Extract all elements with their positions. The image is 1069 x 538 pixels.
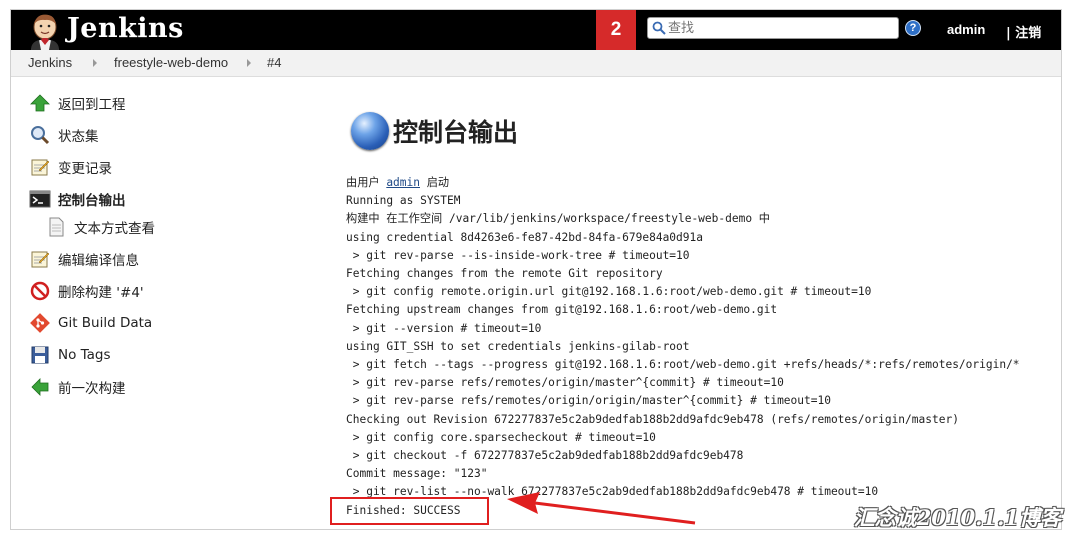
- console-orb-icon: [351, 112, 389, 150]
- logout-link[interactable]: | 注销: [1006, 22, 1041, 41]
- user-link[interactable]: admin: [947, 22, 985, 37]
- sidebar-item-changes[interactable]: 变更记录: [29, 156, 112, 178]
- sidebar-item-label: 变更记录: [58, 161, 112, 177]
- sidebar-item-label: Git Build Data: [58, 315, 153, 331]
- document-icon: [45, 216, 67, 238]
- no-entry-icon: [29, 280, 51, 302]
- success-highlight-box: [330, 497, 489, 525]
- help-icon[interactable]: ?: [905, 20, 921, 36]
- console-line: 由用户 admin 启动: [346, 176, 449, 189]
- console-line: > git fetch --tags --progress git@192.16…: [346, 358, 1020, 372]
- sidebar-item-edit-build-info[interactable]: 编辑编译信息: [29, 248, 139, 270]
- console-text: 由用户: [346, 176, 387, 189]
- console-line: Running as SYSTEM: [346, 194, 461, 208]
- terminal-icon: [29, 188, 51, 210]
- user-link-admin[interactable]: admin: [386, 176, 420, 189]
- console-line: using credential 8d4263e6-fe87-42bd-84fa…: [346, 230, 703, 244]
- breadcrumb: Jenkins freestyle-web-demo #4: [11, 50, 1061, 77]
- sidebar-item-label: 控制台输出: [58, 193, 126, 209]
- sidebar-item-git-build-data[interactable]: Git Build Data: [29, 312, 152, 334]
- jenkins-butler-logo[interactable]: [25, 12, 65, 50]
- sidebar-item-console-output[interactable]: 控制台输出: [29, 188, 126, 210]
- console-line: Fetching upstream changes from git@192.1…: [346, 303, 778, 317]
- sidebar-item-plain-text[interactable]: 文本方式查看: [45, 216, 155, 238]
- console-output: 由用户 admin 启动 Running as SYSTEM 构建中 在工作空间…: [346, 174, 1056, 520]
- console-line: > git --version # timeout=10: [346, 321, 542, 335]
- console-line: > git checkout -f 672277837e5c2ab9dedfab…: [346, 449, 744, 463]
- search-icon: [652, 21, 666, 35]
- search-input[interactable]: [668, 19, 892, 37]
- sidebar-item-label: 前一次构建: [58, 381, 126, 397]
- breadcrumb-separator-icon: [93, 59, 97, 67]
- up-arrow-icon: [29, 92, 51, 114]
- floppy-icon: [29, 344, 51, 366]
- console-line: Fetching changes from the remote Git rep…: [346, 267, 663, 281]
- sidebar-item-label: 返回到工程: [58, 97, 126, 113]
- notification-badge[interactable]: 2: [596, 10, 636, 50]
- sidebar-item-delete-build[interactable]: 删除构建 '#4': [29, 280, 144, 302]
- console-text: 启动: [420, 176, 450, 189]
- magnifier-icon: [29, 124, 51, 146]
- breadcrumb-project[interactable]: freestyle-web-demo: [114, 55, 228, 70]
- console-line: Commit message: "123": [346, 467, 488, 481]
- top-header: Jenkins 2 ? admin | 注销: [11, 10, 1061, 50]
- sidebar-item-status[interactable]: 状态集: [29, 124, 99, 146]
- sidebar-item-label: No Tags: [58, 347, 111, 363]
- git-icon: [29, 312, 51, 334]
- sidebar-item-label: 状态集: [58, 129, 99, 145]
- console-line: using GIT_SSH to set credentials jenkins…: [346, 339, 690, 353]
- sidebar-item-label: 编辑编译信息: [58, 253, 139, 269]
- breadcrumb-build[interactable]: #4: [267, 55, 281, 70]
- sidebar-item-label: 删除构建 '#4': [58, 285, 144, 301]
- console-line: 构建中 在工作空间 /var/lib/jenkins/workspace/fre…: [346, 212, 770, 226]
- console-line: Checking out Revision 672277837e5c2ab9de…: [346, 412, 959, 426]
- console-line: > git rev-parse refs/remotes/origin/mast…: [346, 376, 784, 390]
- watermark-text: 汇念诚2010.1.1博客: [853, 505, 1061, 530]
- console-line: > git config core.sparsecheckout # timeo…: [346, 430, 656, 444]
- console-line: > git rev-parse refs/remotes/origin/orig…: [346, 394, 831, 408]
- breadcrumb-jenkins[interactable]: Jenkins: [28, 55, 72, 70]
- notepad-icon: [29, 248, 51, 270]
- left-arrow-icon: [29, 376, 51, 398]
- brand-title[interactable]: Jenkins: [67, 13, 184, 44]
- page-title: 控制台输出: [393, 118, 519, 147]
- sidebar-item-label: 文本方式查看: [74, 221, 155, 237]
- sidebar-item-previous-build[interactable]: 前一次构建: [29, 376, 126, 398]
- console-line: > git rev-parse --is-inside-work-tree # …: [346, 248, 690, 262]
- browser-frame: Jenkins 2 ? admin | 注销 Jenkins freestyle…: [10, 9, 1062, 530]
- notepad-icon: [29, 156, 51, 178]
- sidebar-item-back-to-project[interactable]: 返回到工程: [29, 92, 126, 114]
- sidebar-item-no-tags[interactable]: No Tags: [29, 344, 111, 366]
- search-box[interactable]: [647, 17, 899, 39]
- console-line: > git config remote.origin.url git@192.1…: [346, 285, 872, 299]
- breadcrumb-separator-icon: [247, 59, 251, 67]
